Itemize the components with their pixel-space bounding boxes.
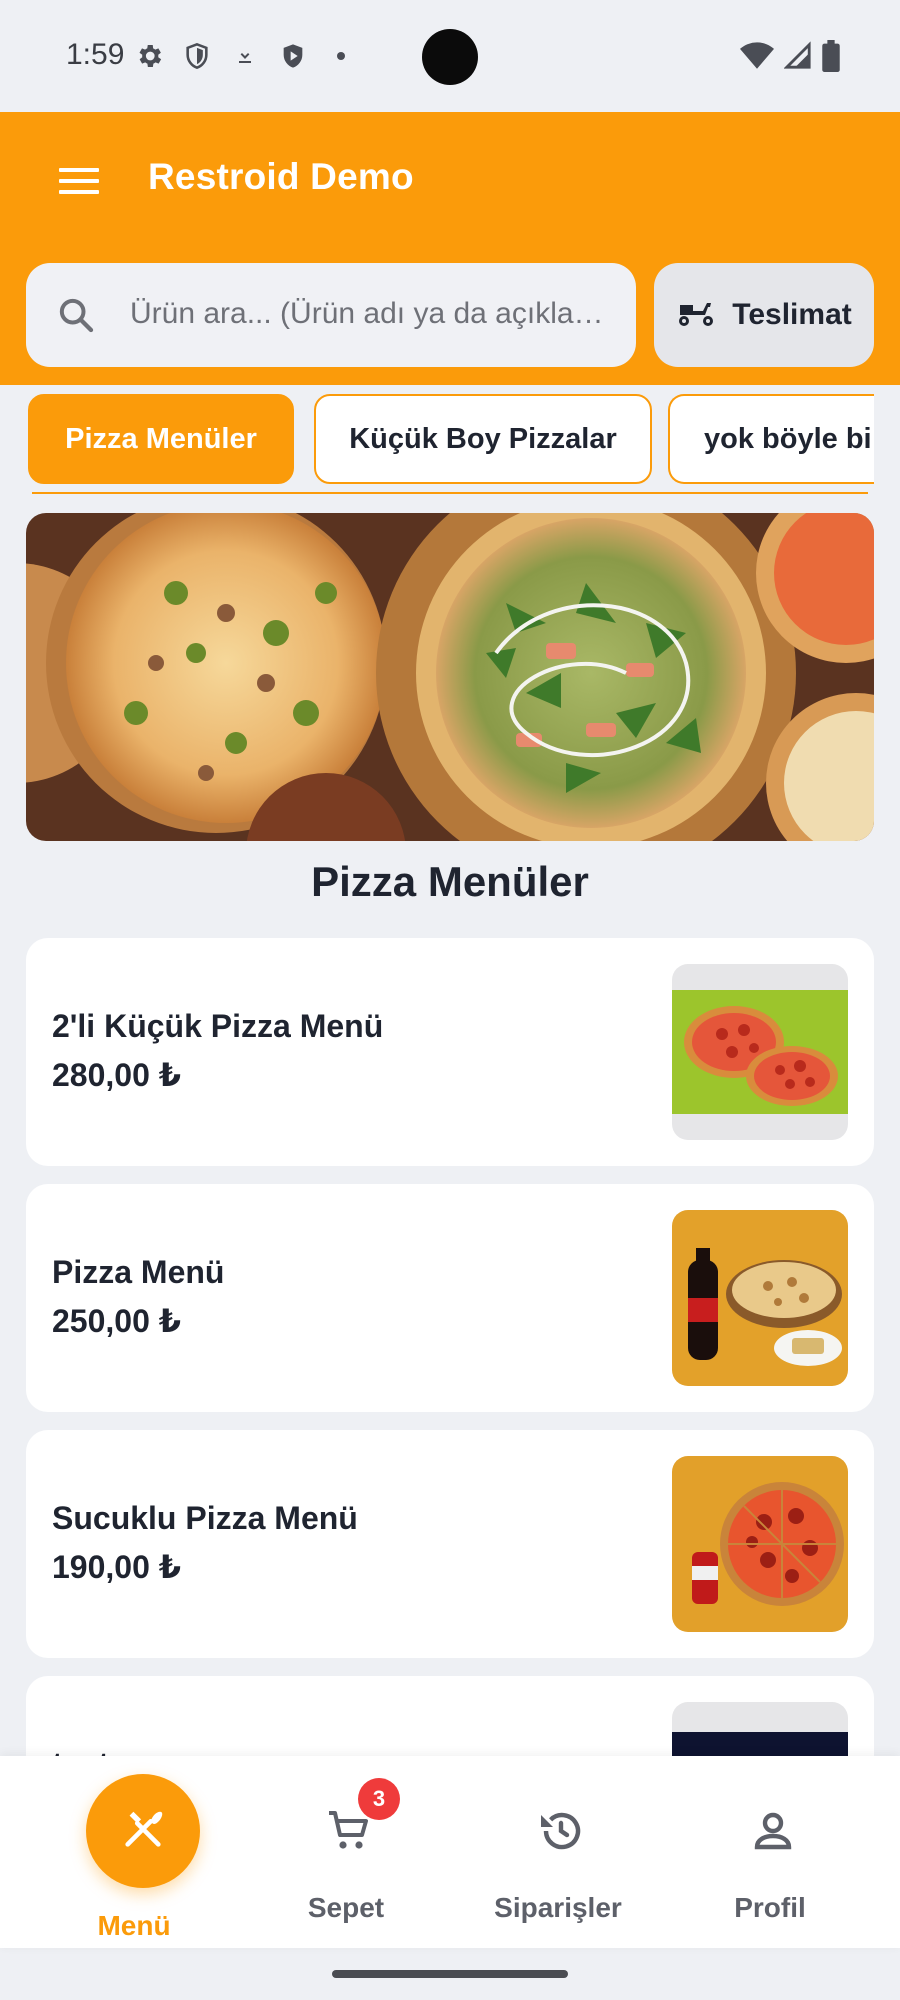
signal-icon: [783, 41, 812, 76]
menu-fab[interactable]: [86, 1774, 200, 1888]
product-image: [672, 1456, 848, 1632]
play-protect-icon: [278, 40, 308, 72]
chips-divider: [32, 492, 868, 494]
search-placeholder: Ürün ara... (Ürün adı ya da açıklaması): [130, 297, 620, 330]
status-notification-icons: [134, 40, 356, 72]
hamburger-menu-icon[interactable]: [54, 156, 104, 206]
app-bar: Restroid Demo Ürün ara... (Ürün adı ya d…: [0, 112, 900, 385]
nav-item-orders[interactable]: Siparişler: [458, 1756, 658, 1948]
nav-item-cart[interactable]: 3 Sepet: [246, 1756, 446, 1948]
search-input[interactable]: Ürün ara... (Ürün adı ya da açıklaması): [26, 263, 636, 367]
app-title: Restroid Demo: [148, 156, 414, 197]
category-chip-yok-boyle-bi[interactable]: yok böyle bi: [668, 394, 874, 484]
status-bar: 1:59: [0, 0, 900, 112]
product-name: 2'li Küçük Pizza Menü: [52, 1008, 384, 1044]
delivery-button[interactable]: Teslimat: [654, 263, 874, 367]
search-icon: [56, 295, 96, 335]
history-icon: [536, 1806, 586, 1856]
wifi-icon: [740, 41, 774, 76]
product-price: 280,00 ₺: [52, 1057, 182, 1093]
product-card[interactable]: Pizza Menü 250,00 ₺: [26, 1184, 874, 1412]
product-name: Sucuklu Pizza Menü: [52, 1500, 358, 1536]
battery-icon: [822, 40, 840, 77]
nav-label-menu: Menü: [97, 1910, 171, 1941]
nav-label-profile: Profil: [734, 1892, 806, 1923]
fork-knife-icon: [120, 1806, 166, 1857]
person-icon: [748, 1806, 798, 1856]
product-image: [672, 964, 848, 1140]
settings-icon: [134, 40, 164, 72]
home-indicator[interactable]: [332, 1970, 568, 1978]
scooter-icon: [676, 297, 716, 334]
dot-icon: [326, 40, 356, 72]
status-time: 1:59: [66, 38, 125, 71]
product-card[interactable]: Sucuklu Pizza Menü 190,00 ₺: [26, 1430, 874, 1658]
camera-cutout: [422, 29, 478, 85]
nav-label-cart: Sepet: [307, 1892, 385, 1923]
delivery-label: Teslimat: [732, 298, 852, 331]
category-chips: Pizza Menüler Küçük Boy Pizzalar yok böy…: [28, 394, 874, 494]
product-image: [672, 1210, 848, 1386]
section-title: Pizza Menüler: [311, 858, 589, 905]
nav-item-profile[interactable]: Profil: [670, 1756, 870, 1948]
download-icon: [230, 40, 260, 72]
nav-item-menu[interactable]: Menü: [34, 1756, 234, 1948]
bottom-navigation: Menü 3 Sepet Siparişler Profil: [0, 1756, 900, 1948]
nav-label-orders: Siparişler: [494, 1892, 622, 1923]
product-price: 190,00 ₺: [52, 1549, 182, 1585]
category-banner-image: [26, 513, 874, 841]
category-chip-kucuk-boy-pizzalar[interactable]: Küçük Boy Pizzalar: [314, 394, 652, 484]
product-name: Pizza Menü: [52, 1254, 225, 1290]
category-chip-pizza-menuler[interactable]: Pizza Menüler: [28, 394, 294, 484]
product-price: 250,00 ₺: [52, 1303, 182, 1339]
status-system-icons: [740, 40, 840, 77]
cart-badge: 3: [358, 1778, 400, 1820]
shield-icon: [182, 40, 212, 72]
product-card[interactable]: 2'li Küçük Pizza Menü 280,00 ₺: [26, 938, 874, 1166]
